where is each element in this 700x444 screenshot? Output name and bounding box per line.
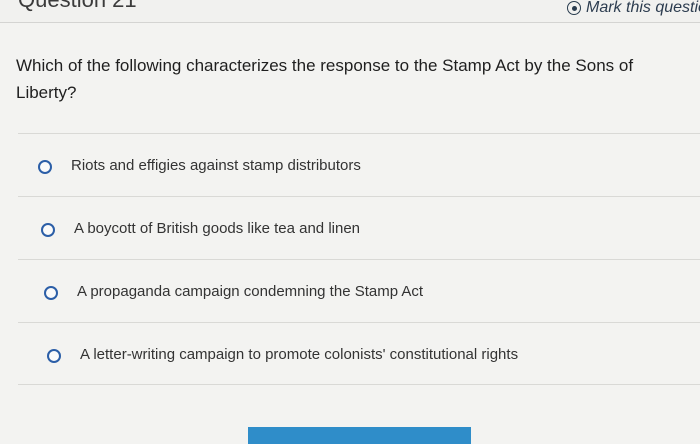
answer-option-label: A propaganda campaign condemning the Sta…: [77, 283, 424, 300]
mark-question-label: Mark this questio: [586, 0, 700, 16]
radio-button-icon[interactable]: [44, 286, 58, 300]
answer-option-1[interactable]: Riots and effigies against stamp distrib…: [18, 133, 700, 196]
answer-option-label: A letter-writing campaign to promote col…: [80, 346, 519, 363]
answer-option-2[interactable]: A boycott of British goods like tea and …: [18, 196, 700, 259]
answer-option-label: Riots and effigies against stamp distrib…: [71, 157, 361, 174]
radio-button-icon[interactable]: [38, 160, 52, 174]
question-prompt: Which of the following characterizes the…: [16, 56, 634, 102]
radio-button-icon[interactable]: [47, 349, 61, 363]
submit-button[interactable]: [248, 427, 471, 444]
question-header: Question 21 Mark this questio: [0, 0, 700, 23]
answer-option-3[interactable]: A propaganda campaign condemning the Sta…: [18, 259, 700, 322]
answer-options: Riots and effigies against stamp distrib…: [18, 133, 700, 385]
radio-button-icon[interactable]: [41, 223, 55, 237]
radio-dot-icon: [567, 1, 581, 15]
answer-option-label: A boycott of British goods like tea and …: [74, 220, 361, 237]
question-number-title: Question 21: [18, 0, 137, 13]
answer-option-4[interactable]: A letter-writing campaign to promote col…: [18, 322, 700, 385]
mark-question-button[interactable]: Mark this questio: [567, 0, 700, 17]
